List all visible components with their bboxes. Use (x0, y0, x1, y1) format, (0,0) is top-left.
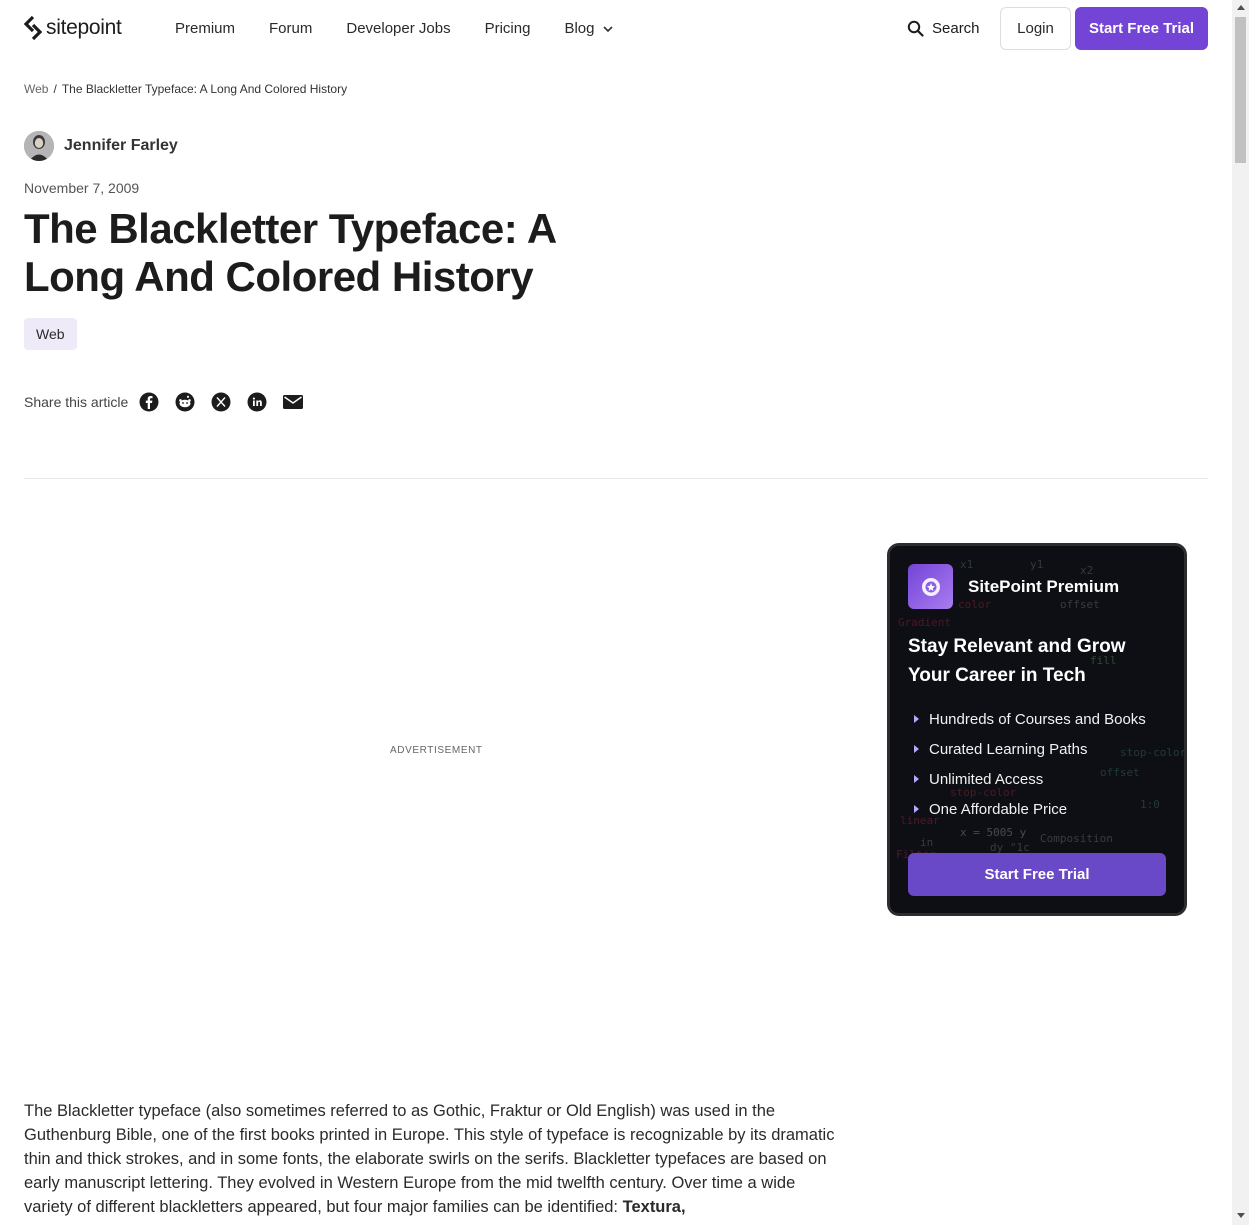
caret-right-icon (914, 805, 919, 813)
promo-brand: SitePoint Premium (968, 577, 1120, 596)
nav-developer-jobs[interactable]: Developer Jobs (346, 20, 450, 37)
nav-blog-label: Blog (564, 20, 595, 37)
search-icon (907, 20, 924, 37)
main-nav: Premium Forum Developer Jobs Pricing Blo… (175, 20, 648, 37)
chevron-down-icon (603, 25, 614, 32)
premium-promo-card: x1 y1 x2 color offset Gradient fill stop… (887, 543, 1187, 916)
publish-date: November 7, 2009 (24, 180, 140, 196)
nav-premium[interactable]: Premium (175, 20, 235, 37)
feature-label: Curated Learning Paths (929, 740, 1088, 758)
share-label: Share this article (24, 394, 129, 410)
premium-badge-icon (908, 564, 953, 609)
facebook-icon[interactable] (138, 391, 160, 413)
site-header: sitepoint Premium Forum Developer Jobs P… (0, 0, 1232, 58)
scroll-up-arrow-icon[interactable] (1237, 5, 1245, 10)
search-button[interactable]: Search (907, 20, 980, 37)
sitepoint-logo[interactable]: sitepoint (24, 16, 122, 40)
share-bar: Share this article (24, 391, 318, 413)
body-text: The Blackletter typeface (also sometimes… (24, 1102, 835, 1216)
caret-right-icon (914, 745, 919, 753)
feature-label: One Affordable Price (929, 800, 1068, 818)
avatar (24, 131, 54, 161)
breadcrumb-current: The Blackletter Typeface: A Long And Col… (61, 82, 348, 96)
start-free-trial-button[interactable]: Start Free Trial (1075, 7, 1208, 50)
scrollbar[interactable] (1232, 0, 1249, 1225)
promo-content: SitePoint Premium Stay Relevant and Grow… (890, 546, 1184, 913)
email-icon[interactable] (282, 391, 304, 413)
header-divider (24, 478, 1208, 479)
promo-headline: Stay Relevant and Grow Your Career in Te… (908, 636, 1126, 686)
article-body-paragraph: The Blackletter typeface (also sometimes… (24, 1099, 844, 1219)
advertisement-label: ADVERTISEMENT (390, 745, 483, 756)
promo-feature-list: Hundreds of Courses and Books Curated Le… (914, 704, 1146, 824)
breadcrumb: Web / The Blackletter Typeface: A Long A… (24, 82, 347, 96)
feature-label: Hundreds of Courses and Books (929, 710, 1146, 728)
nav-pricing[interactable]: Pricing (485, 20, 531, 37)
x-icon[interactable] (210, 391, 232, 413)
list-item: Hundreds of Courses and Books (914, 704, 1146, 734)
search-label: Search (932, 20, 980, 37)
sitepoint-logo-icon (24, 16, 42, 40)
list-item: One Affordable Price (914, 794, 1146, 824)
login-button[interactable]: Login (1000, 7, 1071, 50)
reddit-icon[interactable] (174, 391, 196, 413)
nav-blog[interactable]: Blog (564, 20, 614, 37)
nav-forum[interactable]: Forum (269, 20, 312, 37)
breadcrumb-separator: / (53, 82, 57, 96)
promo-start-free-trial-button[interactable]: Start Free Trial (908, 853, 1166, 896)
list-item: Curated Learning Paths (914, 734, 1146, 764)
feature-label: Unlimited Access (929, 770, 1044, 788)
caret-right-icon (914, 775, 919, 783)
breadcrumb-web-link[interactable]: Web (24, 82, 48, 96)
scrollbar-thumb[interactable] (1235, 17, 1246, 163)
logo-text: sitepoint (46, 16, 122, 39)
body-bold-text: Textura, (622, 1198, 686, 1216)
author-byline[interactable]: Jennifer Farley (24, 131, 178, 161)
list-item: Unlimited Access (914, 764, 1146, 794)
caret-right-icon (914, 715, 919, 723)
page-title: The Blackletter Typeface: A Long And Col… (24, 205, 556, 300)
scroll-down-arrow-icon[interactable] (1237, 1213, 1245, 1218)
author-name: Jennifer Farley (64, 137, 178, 154)
linkedin-icon[interactable] (246, 391, 268, 413)
tag-web[interactable]: Web (24, 318, 77, 350)
